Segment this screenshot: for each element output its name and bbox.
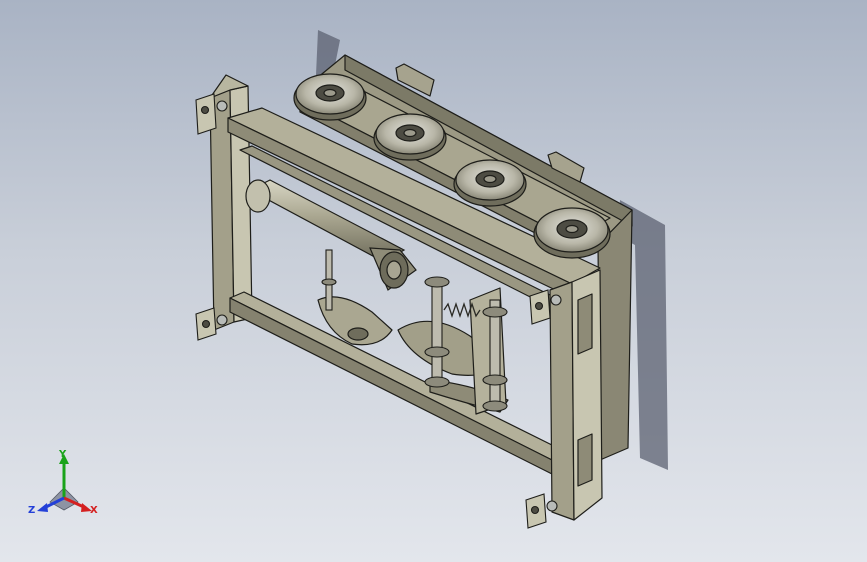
z-axis-label: Z — [28, 505, 36, 516]
roller-wheel-1 — [293, 73, 367, 121]
z-arrow-head — [37, 503, 48, 512]
roller-wheel-3 — [453, 159, 527, 207]
roller-wheel-4 — [533, 207, 611, 259]
roller-wheel-2 — [373, 113, 447, 161]
orientation-triad[interactable]: Y Z X — [22, 448, 106, 524]
x-axis-label: X — [90, 505, 98, 516]
frame-bottom-beam — [229, 291, 567, 475]
3d-model-viewport[interactable] — [0, 0, 867, 562]
frame-right-post — [549, 269, 603, 521]
y-axis-label: Y — [59, 449, 67, 460]
